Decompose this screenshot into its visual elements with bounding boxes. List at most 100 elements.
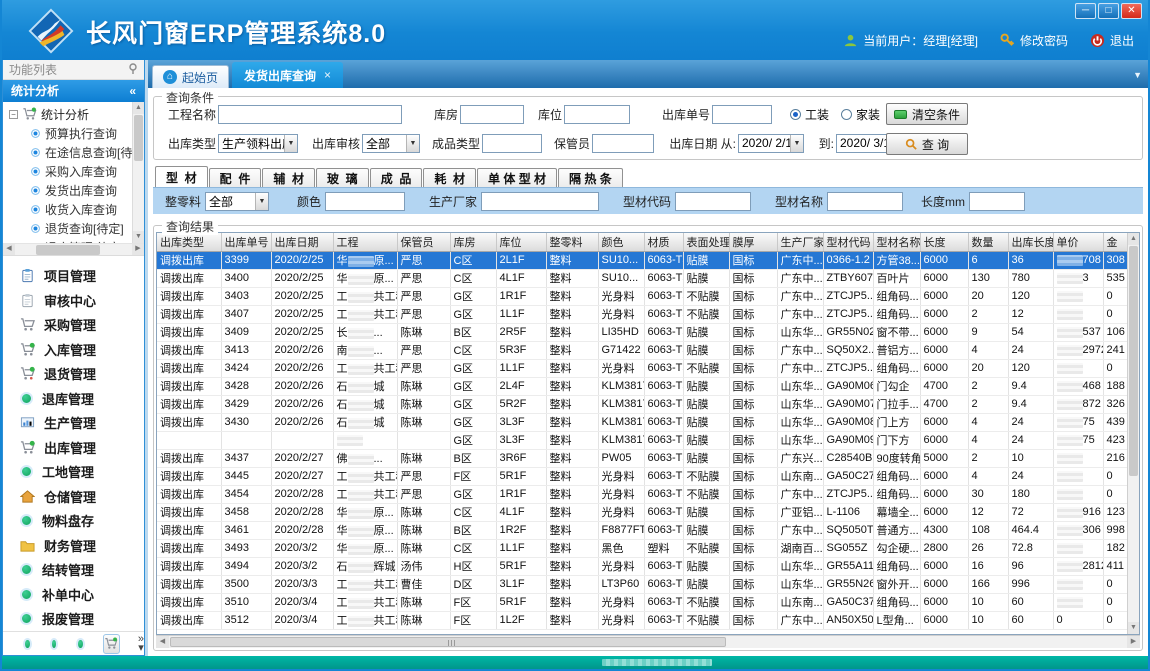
- column-header[interactable]: 生产厂家: [777, 233, 823, 251]
- material-tab-2[interactable]: 辅 材: [262, 168, 315, 187]
- sidebar-item-3[interactable]: 入库管理: [3, 337, 144, 362]
- table-row[interactable]: 调拨出库34582020/2/28华原...陈琳C区4L1F整料光身料6063-…: [157, 503, 1127, 521]
- grid-horizontal-scrollbar[interactable]: ◀ ▶: [156, 635, 1140, 648]
- manufacturer-input[interactable]: [481, 192, 599, 211]
- table-row[interactable]: 调拨出库34932020/3/2华原...陈琳C区1L1F整料黑色塑料不贴膜国标…: [157, 539, 1127, 557]
- column-header[interactable]: 整零料: [546, 233, 598, 251]
- table-row[interactable]: 调拨出库34242020/2/26工共工程严思G区1L1F整料光身料6063-T…: [157, 359, 1127, 377]
- sidebar-section-header[interactable]: 统计分析 «: [3, 80, 144, 102]
- scrollbar-thumb[interactable]: [1129, 246, 1138, 476]
- search-button[interactable]: 查 询: [886, 133, 968, 155]
- scroll-left-icon[interactable]: ◀: [156, 636, 169, 648]
- sidebar-item-4[interactable]: 退货管理: [3, 362, 144, 387]
- table-row[interactable]: 调拨出库34072020/2/25工共工程严思G区1L1F整料光身料6063-T…: [157, 305, 1127, 323]
- out-type-select[interactable]: 生产领料出库 ▼: [218, 134, 298, 153]
- table-row[interactable]: 调拨出库35002020/3/3工共工程曹佳D区3L1F整料LT3P606063…: [157, 575, 1127, 593]
- product-type-input[interactable]: [482, 134, 542, 153]
- tree-horizontal-scrollbar[interactable]: ◀ ▶: [3, 244, 144, 256]
- scrollbar-thumb[interactable]: [170, 637, 726, 647]
- maximize-button[interactable]: □: [1098, 3, 1119, 19]
- scroll-right-icon[interactable]: ▶: [1127, 636, 1140, 648]
- column-header[interactable]: 膜厚: [729, 233, 777, 251]
- order-no-input[interactable]: [712, 105, 772, 124]
- whole-part-select[interactable]: 全部 ▼: [205, 192, 269, 211]
- tab-close-icon[interactable]: ×: [324, 68, 331, 82]
- pin-icon[interactable]: [128, 63, 138, 75]
- tab-home[interactable]: ⌂ 起始页: [152, 65, 229, 88]
- table-row[interactable]: 调拨出库34302020/2/26石城陈琳G区3L3F整料KLM38176063…: [157, 413, 1127, 431]
- table-row[interactable]: 调拨出库34282020/2/26石城陈琳G区2L4F整料KLM38176063…: [157, 377, 1127, 395]
- location-input[interactable]: [564, 105, 630, 124]
- sidebar-item-1[interactable]: 审核中心: [3, 288, 144, 313]
- column-header[interactable]: 保管员: [397, 233, 450, 251]
- column-header[interactable]: 材质: [644, 233, 683, 251]
- material-tab-0[interactable]: 型 材: [155, 166, 208, 187]
- sidebar-item-14[interactable]: 报废管理: [3, 607, 144, 632]
- more-modules-button[interactable]: »▾: [138, 635, 144, 653]
- close-button[interactable]: ✕: [1121, 3, 1142, 19]
- table-row[interactable]: 调拨出库34372020/2/27佛...陈琳B区3R6F整料PW056063-…: [157, 449, 1127, 467]
- sidebar-item-9[interactable]: 仓储管理: [3, 484, 144, 509]
- tree-item-2[interactable]: 采购入库查询: [31, 162, 144, 181]
- collapse-icon[interactable]: «: [129, 84, 136, 98]
- scrollbar-thumb[interactable]: [36, 245, 100, 255]
- table-row[interactable]: 调拨出库33992020/2/25华原...严思C区2L1F整料SU10...6…: [157, 251, 1127, 269]
- keeper-input[interactable]: [592, 134, 654, 153]
- grid-vertical-scrollbar[interactable]: ▲ ▼: [1127, 233, 1139, 634]
- tree-item-0[interactable]: 预算执行查询: [31, 124, 144, 143]
- column-header[interactable]: 工程: [333, 233, 397, 251]
- table-row[interactable]: 调拨出库34452020/2/27工共工程严思F区5R1F整料光身料6063-T…: [157, 467, 1127, 485]
- column-header[interactable]: 数量: [968, 233, 1008, 251]
- material-tab-6[interactable]: 单 体 型 材: [477, 168, 557, 187]
- material-tab-4[interactable]: 成 品: [370, 168, 423, 187]
- radio-industrial[interactable]: 工装: [790, 106, 829, 123]
- table-row[interactable]: 调拨出库35102020/3/4工共工程陈琳F区5R1F整料光身料6063-T5…: [157, 593, 1127, 611]
- tree-item-3[interactable]: 发货出库查询: [31, 181, 144, 200]
- tree-expander-icon[interactable]: −: [9, 110, 18, 119]
- column-header[interactable]: 出库日期: [271, 233, 333, 251]
- scroll-left-icon[interactable]: ◀: [3, 243, 15, 255]
- date-from-picker[interactable]: 2020/ 2/16 ▼: [738, 134, 804, 153]
- material-tab-5[interactable]: 耗 材: [423, 168, 476, 187]
- sidebar-item-10[interactable]: 物料盘存: [3, 509, 144, 534]
- tree-root[interactable]: − 统计分析: [9, 105, 144, 124]
- sidebar-item-2[interactable]: 采购管理: [3, 313, 144, 338]
- module-dot-icon[interactable]: [50, 638, 59, 650]
- logout-link[interactable]: 退出: [1090, 32, 1134, 49]
- tab-outbound-query[interactable]: 发货出库查询 ×: [232, 62, 343, 88]
- module-cart-button[interactable]: [103, 634, 120, 654]
- radio-home-decor[interactable]: 家装: [841, 106, 880, 123]
- scroll-up-icon[interactable]: ▲: [133, 102, 144, 114]
- tree-vertical-scrollbar[interactable]: ▲ ▼: [132, 102, 144, 243]
- clear-conditions-button[interactable]: 清空条件: [886, 103, 968, 125]
- scrollbar-thumb[interactable]: [134, 115, 143, 161]
- column-header[interactable]: 出库长度: [1008, 233, 1053, 251]
- sidebar-item-12[interactable]: 结转管理: [3, 558, 144, 583]
- minimize-button[interactable]: ─: [1075, 3, 1096, 19]
- sidebar-item-5[interactable]: 退库管理: [3, 386, 144, 411]
- tree-item-1[interactable]: 在途信息查询[待: [31, 143, 144, 162]
- table-row[interactable]: G区3L3F整料KLM38176063-T5贴膜国标山东华...GA90M09.…: [157, 431, 1127, 449]
- color-input[interactable]: [325, 192, 405, 211]
- table-row[interactable]: 调拨出库34002020/2/25华原...严思C区4L1F整料SU10...6…: [157, 269, 1127, 287]
- project-name-input[interactable]: [218, 105, 402, 124]
- column-header[interactable]: 表面处理: [683, 233, 729, 251]
- audit-select[interactable]: 全部 ▼: [362, 134, 420, 153]
- tab-overflow-icon[interactable]: ▼: [1133, 70, 1142, 80]
- module-dot-icon[interactable]: [23, 638, 32, 650]
- table-row[interactable]: 调拨出库34092020/2/25长...陈琳B区2R5F整料LI35HD606…: [157, 323, 1127, 341]
- column-header[interactable]: 型材代码: [823, 233, 873, 251]
- column-header[interactable]: 库位: [496, 233, 546, 251]
- profile-name-input[interactable]: [827, 192, 903, 211]
- sidebar-item-7[interactable]: 出库管理: [3, 435, 144, 460]
- column-header[interactable]: 长度: [920, 233, 968, 251]
- tree-item-4[interactable]: 收货入库查询: [31, 200, 144, 219]
- sidebar-item-8[interactable]: 工地管理: [3, 460, 144, 485]
- sidebar-item-13[interactable]: 补单中心: [3, 582, 144, 607]
- sidebar-item-6[interactable]: 生产管理: [3, 411, 144, 436]
- table-row[interactable]: 调拨出库34942020/3/2石辉城汤伟H区5R1F整料光身料6063-T5贴…: [157, 557, 1127, 575]
- scroll-right-icon[interactable]: ▶: [132, 243, 144, 255]
- table-row[interactable]: 调拨出库34292020/2/26石城陈琳G区5R2F整料KLM38176063…: [157, 395, 1127, 413]
- column-header[interactable]: 出库单号: [221, 233, 271, 251]
- module-dot-icon[interactable]: [76, 638, 85, 650]
